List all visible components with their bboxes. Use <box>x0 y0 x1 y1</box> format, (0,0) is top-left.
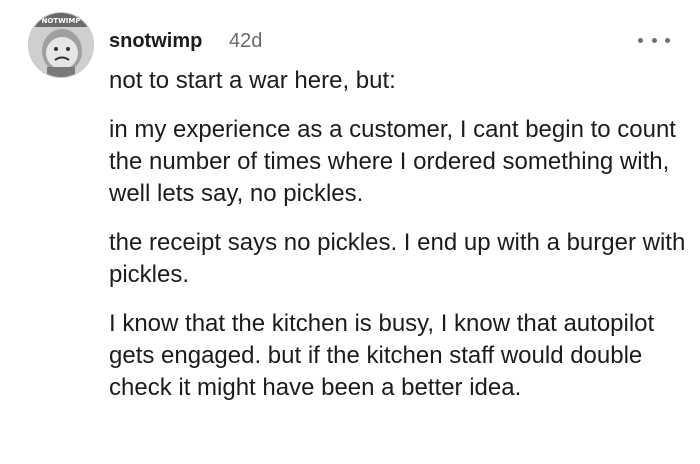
comment-paragraph: the receipt says no pickles. I end up wi… <box>109 229 686 288</box>
more-dot-icon <box>665 37 670 43</box>
user-avatar-icon[interactable]: NOTWIMP <box>28 12 94 78</box>
comment-paragraph: in my experience as a customer, I cant b… <box>109 116 676 207</box>
comment-timestamp[interactable]: 42d <box>229 29 262 53</box>
comment-body: not to start a war here, but: in my expe… <box>109 65 689 421</box>
comment-paragraph: I know that the kitchen is busy, I know … <box>109 310 655 401</box>
more-dot-icon <box>651 37 657 43</box>
comment-card: NOTWIMP snotwimp 42d not to start a war … <box>0 0 700 464</box>
avatar-badge-text: NOTWIMP <box>41 17 80 25</box>
username[interactable]: snotwimp <box>109 29 202 53</box>
more-dot-icon <box>638 37 643 43</box>
more-horizontal-icon[interactable] <box>638 30 670 50</box>
comment-paragraph: not to start a war here, but: <box>109 67 396 94</box>
